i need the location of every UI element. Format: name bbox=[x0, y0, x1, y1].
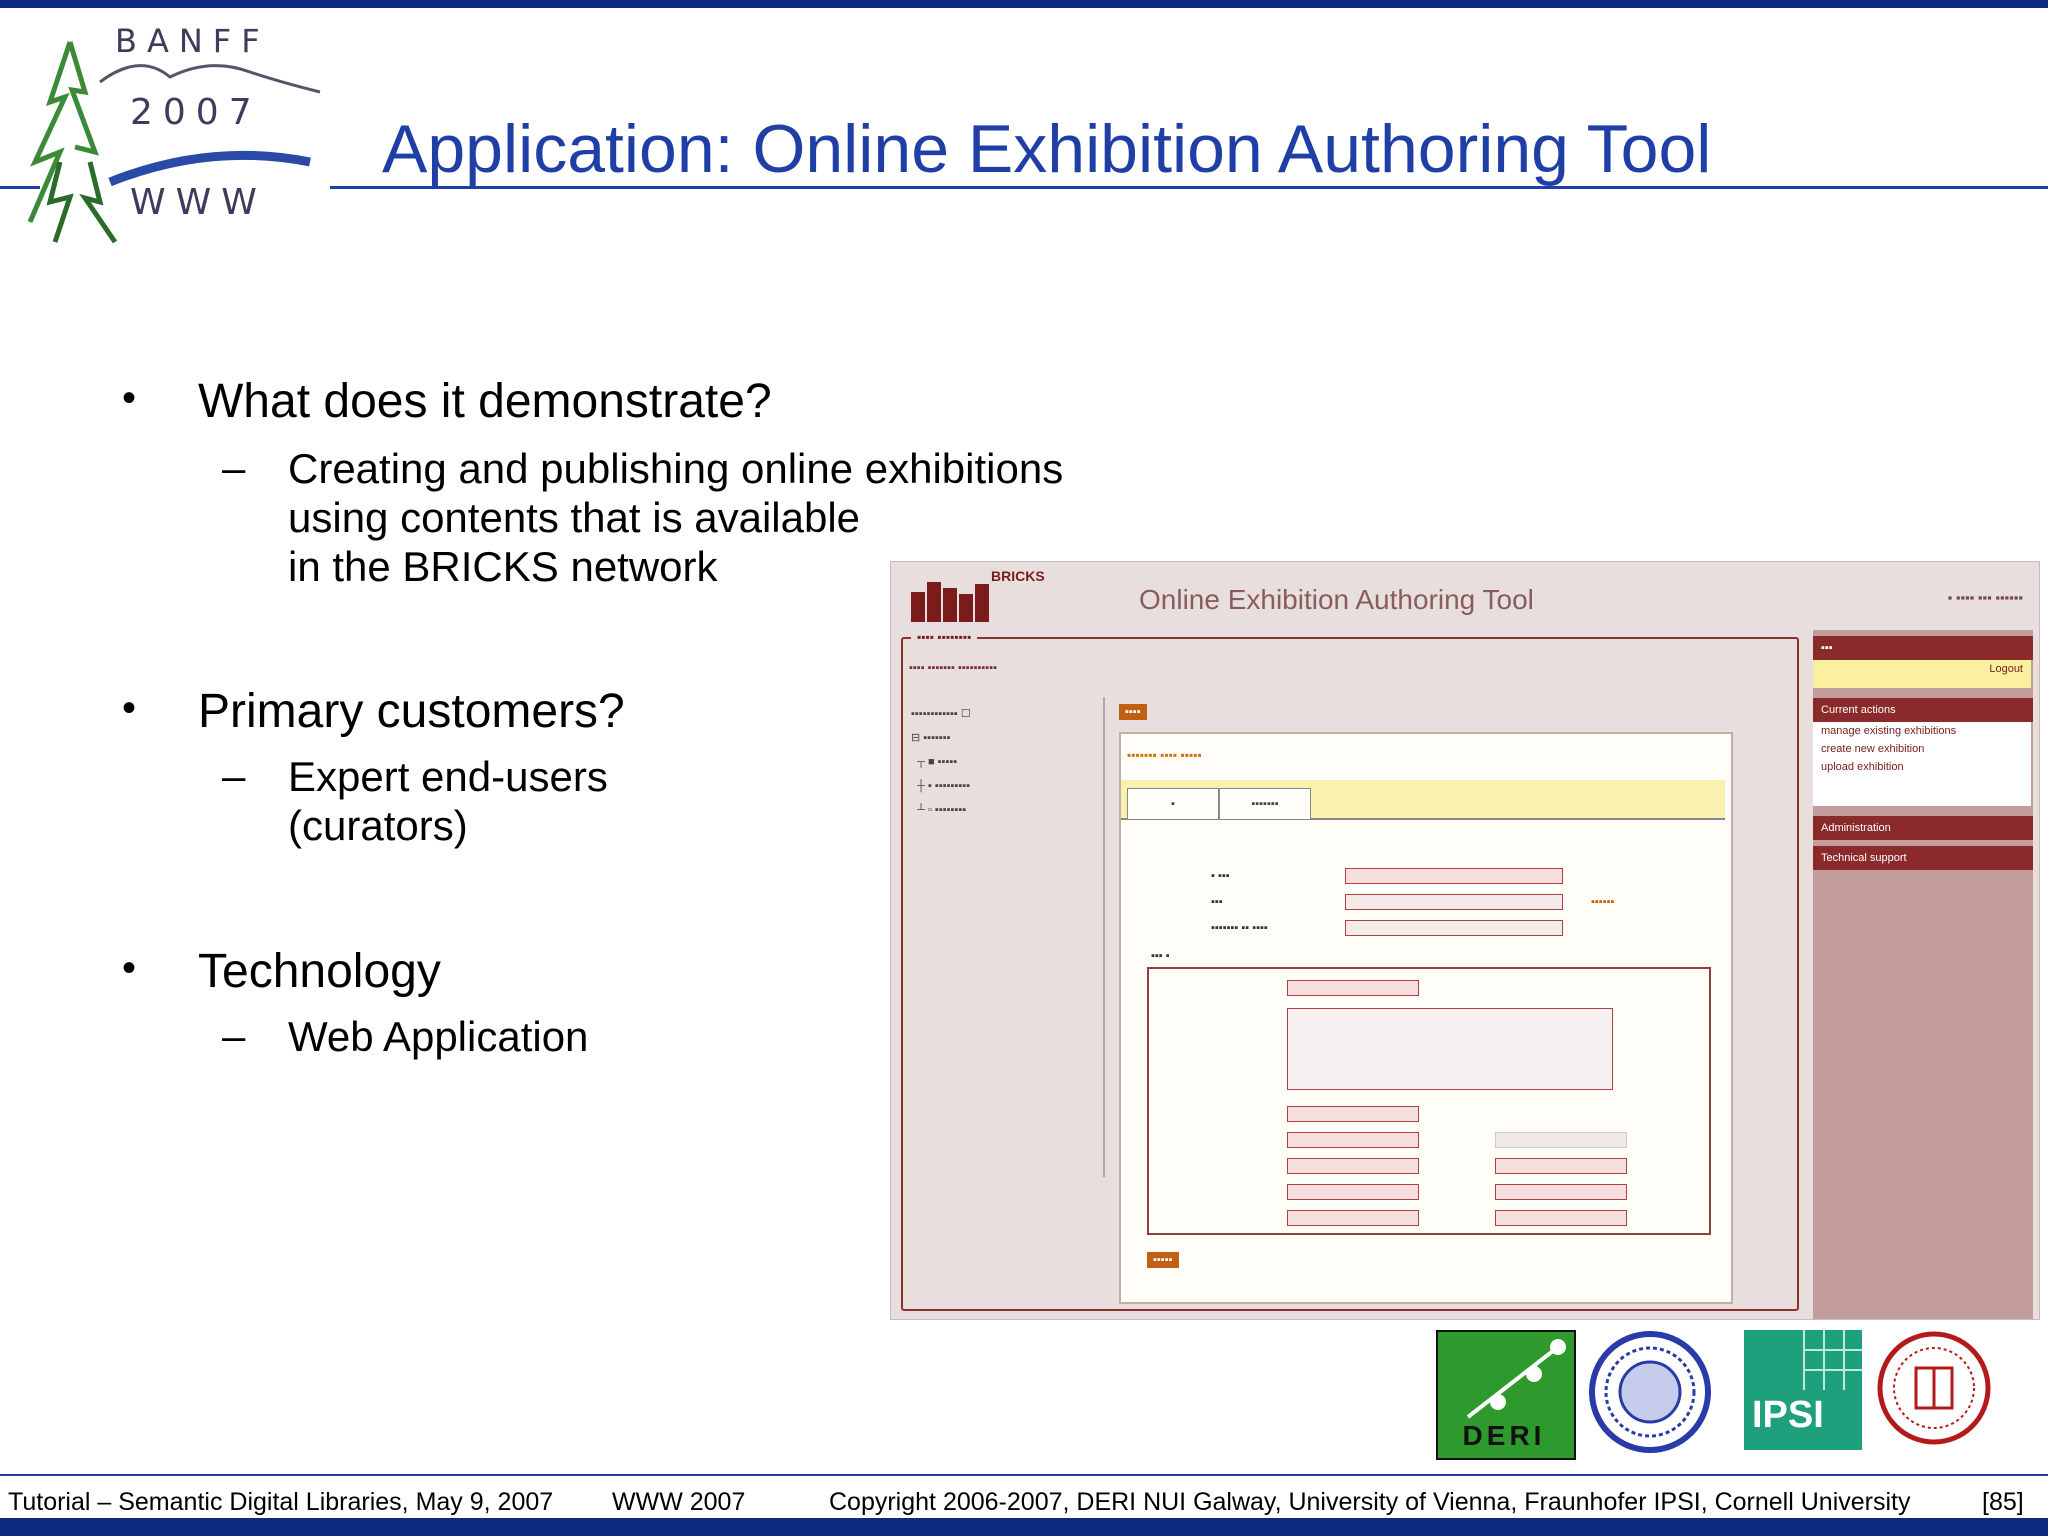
app-sidebar-heading-3[interactable]: Technical support bbox=[1813, 846, 2033, 870]
deri-logo-text: DERI bbox=[1462, 1420, 1546, 1451]
app-submit-button[interactable]: ▪▪▪▪▪ bbox=[1147, 1252, 1179, 1268]
app-title: Online Exhibition Authoring Tool bbox=[1139, 584, 1534, 615]
app-sidebar-item-3[interactable]: upload exhibition bbox=[1813, 758, 2031, 776]
app-fieldset-field-9[interactable] bbox=[1495, 1184, 1627, 1200]
app-sidebar: ▪▪▪ Logout Current actions manage existi… bbox=[1813, 630, 2033, 1319]
app-field-label-2: ▪▪▪ bbox=[1211, 896, 1223, 908]
logo-www-text: WWW bbox=[130, 182, 267, 223]
bullet-2-text: Primary customers? bbox=[198, 685, 625, 738]
app-sidebar-user-box: Logout bbox=[1813, 660, 2031, 688]
app-tab-2[interactable]: ▪▪▪▪▪▪▪ bbox=[1219, 788, 1311, 819]
app-tree-label: ▪▪▪▪ ▪▪▪▪▪▪▪ ▪▪▪▪▪▪▪▪▪▪ bbox=[909, 662, 997, 674]
bullet-1-sub-line-2: using contents that is available bbox=[288, 494, 861, 541]
app-sidebar-logout[interactable]: Logout bbox=[1813, 660, 2031, 678]
university-vienna-seal-icon bbox=[1589, 1331, 1711, 1453]
app-field-1[interactable] bbox=[1345, 868, 1563, 884]
app-fieldset-field-8[interactable] bbox=[1495, 1158, 1627, 1174]
logo-year-text: 2007 bbox=[130, 92, 262, 133]
footer-page-number: [85] bbox=[1982, 1488, 2024, 1516]
app-sidebar-user-head: ▪▪▪ bbox=[1813, 636, 2033, 660]
top-border bbox=[0, 0, 2048, 8]
bullet-3-text: Technology bbox=[198, 945, 441, 998]
bullet-1-symbol: • bbox=[122, 376, 137, 420]
app-select-field[interactable] bbox=[1345, 894, 1563, 910]
bottom-border bbox=[0, 1518, 2048, 1536]
bullet-1-sub-line-1: Creating and publishing online exhibitio… bbox=[288, 445, 1064, 492]
app-description-textarea[interactable] bbox=[1287, 1008, 1613, 1090]
app-topright-links: ▪ ▪▪▪▪ ▪▪▪ ▪▪▪▪▪▪ bbox=[1947, 590, 2023, 605]
app-field-link[interactable]: ▪▪▪▪▪▪ bbox=[1591, 896, 1614, 908]
app-field-label-3: ▪▪▪▪▪▪▪ ▪▪ ▪▪▪▪ bbox=[1211, 922, 1268, 934]
bullet-3-sub-line-1: Web Application bbox=[288, 1013, 589, 1060]
app-field-3[interactable] bbox=[1345, 920, 1563, 936]
app-field-label-1: ▪ ▪▪▪ bbox=[1211, 870, 1230, 882]
app-vertical-divider bbox=[1103, 697, 1105, 1177]
bullet-2-dash: – bbox=[222, 752, 246, 799]
bullet-2-symbol: • bbox=[122, 686, 137, 730]
app-fieldset-field-7[interactable] bbox=[1495, 1132, 1627, 1148]
app-fieldset-field-1[interactable] bbox=[1287, 980, 1419, 996]
footer-left: Tutorial – Semantic Digital Libraries, M… bbox=[8, 1488, 554, 1516]
slide-title: Application: Online Exhibition Authoring… bbox=[382, 111, 1712, 187]
app-sidebar-actions-box: manage existing exhibitions create new e… bbox=[1813, 722, 2031, 806]
footer-center: WWW 2007 bbox=[612, 1488, 746, 1516]
app-fieldset-field-6[interactable] bbox=[1287, 1210, 1419, 1226]
ipsi-logo-text: IPSI bbox=[1752, 1394, 1824, 1436]
bullet-3-symbol: • bbox=[122, 946, 137, 990]
app-fieldset-field-4[interactable] bbox=[1287, 1158, 1419, 1174]
app-fieldset-field-10[interactable] bbox=[1495, 1210, 1627, 1226]
logo-banff-text: BANFF bbox=[115, 22, 270, 60]
banff-2007-logo: BANFF 2007 WWW bbox=[10, 12, 340, 262]
app-fieldset-field-2[interactable] bbox=[1287, 1106, 1419, 1122]
app-sidebar-heading-2[interactable]: Administration bbox=[1813, 816, 2033, 840]
bricks-logo-name: BRICKS bbox=[991, 568, 1045, 584]
app-tab-1[interactable]: ▪ bbox=[1127, 788, 1219, 819]
bullet-1-sub-line-3: in the BRICKS network bbox=[288, 543, 718, 590]
app-sidebar-item-2[interactable]: create new exhibition bbox=[1813, 740, 2031, 758]
app-panel-label: ▪▪▪▪ ▪▪▪▪▪▪▪▪ bbox=[911, 630, 978, 644]
deri-logo-icon bbox=[1466, 1339, 1566, 1419]
app-section-heading: ▪▪▪▪▪▪▪ ▪▪▪▪ ▪▪▪▪▪ bbox=[1127, 748, 1202, 762]
app-save-button[interactable]: ▪▪▪▪ bbox=[1119, 704, 1147, 720]
bullet-2-sub-line-2: (curators) bbox=[288, 802, 468, 849]
bullet-1-text: What does it demonstrate? bbox=[198, 375, 772, 428]
ipsi-grid-icon bbox=[1803, 1330, 1862, 1390]
bullet-2-sub-line-1: Expert end-users bbox=[288, 753, 608, 800]
title-rule-left bbox=[0, 186, 40, 189]
footer-right: Copyright 2006-2007, DERI NUI Galway, Un… bbox=[829, 1488, 1911, 1516]
bricks-logo-icon bbox=[911, 582, 989, 622]
footer-rule bbox=[0, 1474, 2048, 1476]
app-fieldset-legend: ▪▪▪ ▪ bbox=[1151, 950, 1170, 962]
cornell-seal-icon bbox=[1877, 1331, 1991, 1445]
app-fieldset-field-3[interactable] bbox=[1287, 1132, 1419, 1148]
app-sidebar-heading-1[interactable]: Current actions bbox=[1813, 698, 2033, 722]
bullet-3-dash: – bbox=[222, 1012, 246, 1059]
app-screenshot: BRICKS Online Exhibition Authoring Tool … bbox=[890, 561, 2040, 1320]
app-sidebar-item-1[interactable]: manage existing exhibitions bbox=[1813, 722, 2031, 740]
app-fieldset-field-5[interactable] bbox=[1287, 1184, 1419, 1200]
fraunhofer-ipsi-logo: IPSI bbox=[1744, 1330, 1862, 1450]
bullet-1-dash: – bbox=[222, 444, 246, 491]
deri-logo: DERI bbox=[1436, 1330, 1576, 1460]
app-tree: ▪▪▪▪▪▪▪▪▪▪▪▪ ☐ ⊟ ▪▪▪▪▪▪▪ ┬ ■ ▪▪▪▪▪ ┼ ▪ ▪… bbox=[911, 708, 971, 816]
